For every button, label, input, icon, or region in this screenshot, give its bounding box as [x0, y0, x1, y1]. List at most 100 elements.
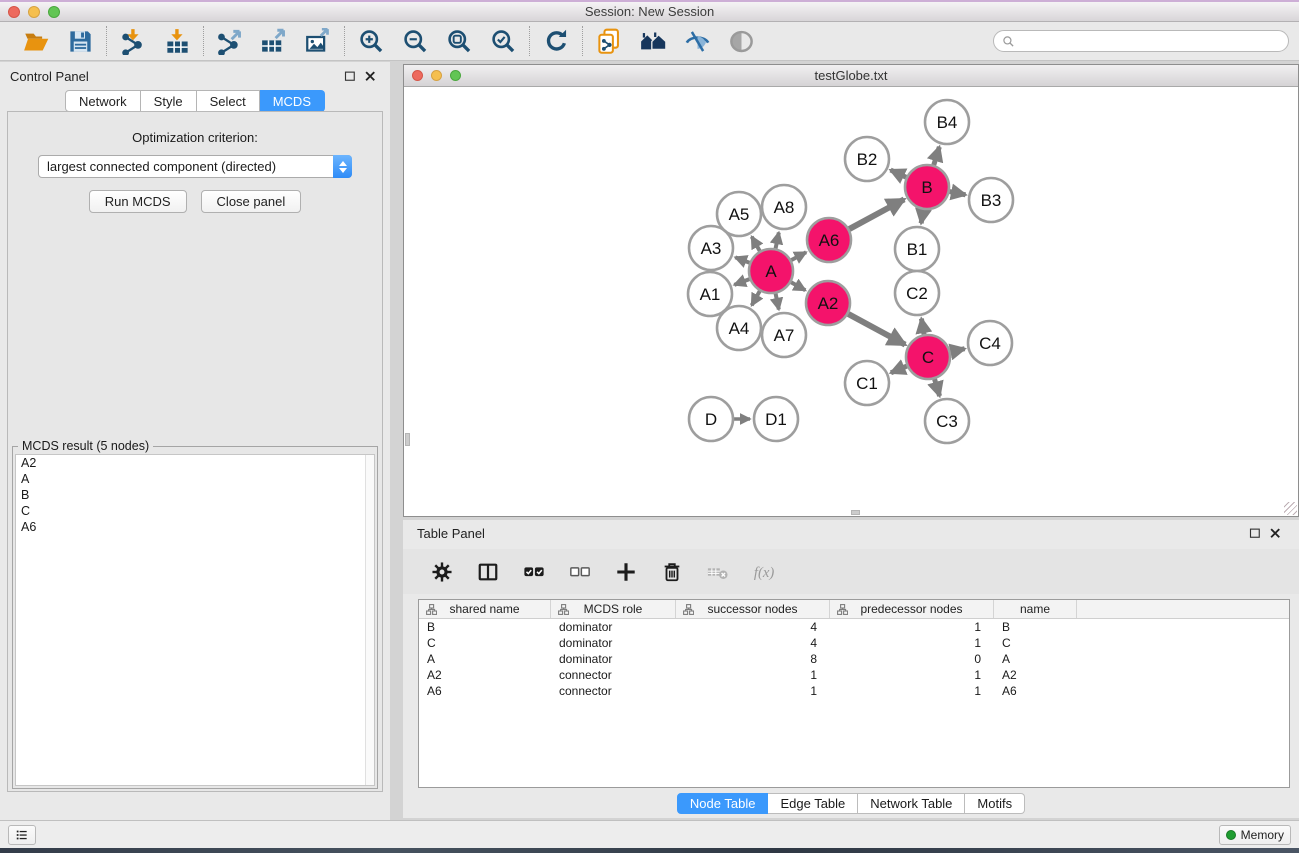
edge-C-C1[interactable]: [891, 366, 907, 373]
node-a7[interactable]: A7: [762, 313, 806, 357]
cell-MCDS-role[interactable]: dominator: [551, 619, 676, 635]
task-history-button[interactable]: [8, 825, 36, 845]
search-box[interactable]: [993, 30, 1289, 52]
cell-shared-name[interactable]: B: [419, 619, 551, 635]
network-close-button[interactable]: [412, 70, 423, 81]
close-panel-button[interactable]: [360, 67, 380, 85]
tab-select[interactable]: Select: [197, 90, 260, 112]
node-a[interactable]: A: [749, 249, 793, 293]
cell-MCDS-role[interactable]: dominator: [551, 651, 676, 667]
cell-successor-nodes[interactable]: 4: [676, 635, 830, 651]
float-panel-button[interactable]: [340, 67, 360, 85]
edge-A-A1[interactable]: [734, 279, 749, 285]
tab-mcds[interactable]: MCDS: [260, 90, 325, 112]
node-a3[interactable]: A3: [689, 226, 733, 270]
edge-B-B3[interactable]: [950, 192, 966, 195]
node-a8[interactable]: A8: [762, 185, 806, 229]
add-column-button[interactable]: [611, 556, 641, 588]
network-minimize-button[interactable]: [431, 70, 442, 81]
edge-A6-B[interactable]: [849, 199, 904, 229]
cell-predecessor-nodes[interactable]: 1: [830, 619, 994, 635]
resize-grip[interactable]: [1284, 502, 1297, 515]
cell-predecessor-nodes[interactable]: 0: [830, 651, 994, 667]
zoom-selected-button[interactable]: [485, 25, 521, 57]
cell-shared-name[interactable]: A2: [419, 667, 551, 683]
table-close-button[interactable]: [1265, 524, 1285, 542]
select-all-button[interactable]: [519, 556, 549, 588]
edge-A-A8[interactable]: [776, 232, 779, 248]
node-c4[interactable]: C4: [968, 321, 1012, 365]
node-b4[interactable]: B4: [925, 100, 969, 144]
split-view-button[interactable]: [473, 556, 503, 588]
import-table-button[interactable]: [159, 25, 195, 57]
node-d1[interactable]: D1: [754, 397, 798, 441]
node-a2[interactable]: A2: [806, 281, 850, 325]
column-header-name[interactable]: name: [994, 600, 1077, 618]
edge-C-C2[interactable]: [921, 319, 924, 335]
result-list-scrollbar[interactable]: [365, 455, 374, 785]
edge-B-B4[interactable]: [934, 147, 940, 165]
cell-predecessor-nodes[interactable]: 1: [830, 667, 994, 683]
edge-B-B2[interactable]: [891, 170, 907, 177]
edge-A2-C[interactable]: [848, 314, 905, 345]
network-zoom-button[interactable]: [450, 70, 461, 81]
node-b1[interactable]: B1: [895, 227, 939, 271]
cell-successor-nodes[interactable]: 8: [676, 651, 830, 667]
cell-name[interactable]: A2: [994, 667, 1077, 683]
home-button[interactable]: [635, 25, 671, 57]
save-session-button[interactable]: [62, 25, 98, 57]
export-table-button[interactable]: [256, 25, 292, 57]
run-mcds-button[interactable]: Run MCDS: [89, 190, 187, 213]
node-c3[interactable]: C3: [925, 399, 969, 443]
memory-button[interactable]: Memory: [1219, 825, 1291, 845]
table-row-c[interactable]: Cdominator41C: [419, 635, 1289, 651]
open-session-button[interactable]: [18, 25, 54, 57]
cell-successor-nodes[interactable]: 1: [676, 667, 830, 683]
edge-A-A6[interactable]: [791, 252, 806, 260]
cell-MCDS-role[interactable]: dominator: [551, 635, 676, 651]
result-item-b[interactable]: B: [16, 487, 374, 503]
edge-A-A4[interactable]: [752, 291, 760, 305]
zoom-in-button[interactable]: [353, 25, 389, 57]
cell-successor-nodes[interactable]: 1: [676, 683, 830, 699]
cell-name[interactable]: A6: [994, 683, 1077, 699]
table-row-a6[interactable]: A6connector11A6: [419, 683, 1289, 699]
table-row-a[interactable]: Adominator80A: [419, 651, 1289, 667]
edge-C-C4[interactable]: [950, 349, 964, 352]
edge-A-A3[interactable]: [735, 257, 749, 262]
node-d[interactable]: D: [689, 397, 733, 441]
table-row-a2[interactable]: A2connector11A2: [419, 667, 1289, 683]
network-window-titlebar[interactable]: testGlobe.txt: [404, 65, 1298, 87]
hide-details-button[interactable]: [679, 25, 715, 57]
vertical-scroll-thumb[interactable]: [405, 433, 410, 446]
tab-style[interactable]: Style: [141, 90, 197, 112]
cell-MCDS-role[interactable]: connector: [551, 667, 676, 683]
tab-node-table[interactable]: Node Table: [677, 793, 769, 814]
network-graph[interactable]: B4B2BB3A5A8A6A3B1AA1C2A2A4A7C4CC1DD1C3: [404, 88, 1294, 514]
column-header-shared-name[interactable]: shared name: [419, 600, 551, 618]
node-b3[interactable]: B3: [969, 178, 1013, 222]
table-float-button[interactable]: [1245, 524, 1265, 542]
edge-A-A2[interactable]: [791, 282, 805, 290]
table-row-b[interactable]: Bdominator41B: [419, 619, 1289, 635]
tab-network[interactable]: Network: [65, 90, 141, 112]
node-a6[interactable]: A6: [807, 218, 851, 262]
cell-successor-nodes[interactable]: 4: [676, 619, 830, 635]
edge-A-A7[interactable]: [776, 294, 779, 310]
deselect-all-button[interactable]: [565, 556, 595, 588]
delete-column-button[interactable]: [657, 556, 687, 588]
tab-network-table[interactable]: Network Table: [858, 793, 965, 814]
close-window-button[interactable]: [8, 6, 20, 18]
criterion-select[interactable]: largest connected component (directed): [38, 155, 352, 178]
cell-shared-name[interactable]: A6: [419, 683, 551, 699]
node-c[interactable]: C: [906, 335, 950, 379]
zoom-out-button[interactable]: [397, 25, 433, 57]
network-canvas[interactable]: B4B2BB3A5A8A6A3B1AA1C2A2A4A7C4CC1DD1C3: [404, 88, 1298, 516]
node-b2[interactable]: B2: [845, 137, 889, 181]
tab-motifs[interactable]: Motifs: [965, 793, 1025, 814]
column-header-successor-nodes[interactable]: successor nodes: [676, 600, 830, 618]
search-input[interactable]: [1020, 34, 1280, 48]
cell-shared-name[interactable]: A: [419, 651, 551, 667]
node-c1[interactable]: C1: [845, 361, 889, 405]
cell-shared-name[interactable]: C: [419, 635, 551, 651]
